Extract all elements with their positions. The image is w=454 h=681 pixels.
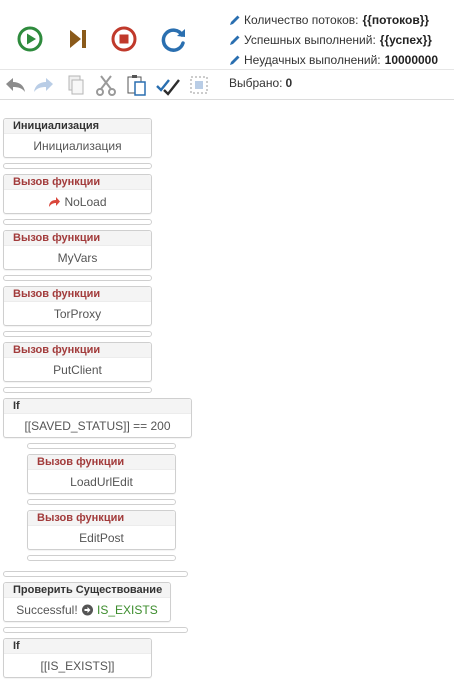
block-body-prefix: Successful! <box>16 603 78 617</box>
block-body: PutClient <box>53 363 102 377</box>
paste-button[interactable] <box>124 73 150 97</box>
play-button[interactable] <box>16 25 44 53</box>
action-block-function[interactable]: Вызов функции NoLoad <box>3 174 152 214</box>
block-connector[interactable] <box>27 555 176 561</box>
pencil-icon[interactable] <box>229 34 241 46</box>
action-block-if[interactable]: If [[SAVED_STATUS]] == 200 <box>3 398 192 438</box>
cut-button[interactable] <box>93 73 119 97</box>
fail-value: 10000000 <box>384 53 439 67</box>
block-header: Проверить Существование <box>4 583 170 598</box>
step-button[interactable] <box>64 25 92 53</box>
block-connector[interactable] <box>3 219 152 225</box>
block-connector[interactable] <box>27 499 176 505</box>
execution-stats: Количество потоков: {{потоков}} Успешных… <box>229 10 454 70</box>
block-connector[interactable] <box>3 387 152 393</box>
divider <box>0 99 454 100</box>
action-block-function[interactable]: Вызов функции PutClient <box>3 342 152 382</box>
fail-stat[interactable]: Неудачных выполнений: 10000000 <box>229 50 454 70</box>
block-connector[interactable] <box>3 163 152 169</box>
selection-count: Выбрано: 0 <box>229 76 292 90</box>
undo-button[interactable] <box>2 73 28 97</box>
action-block-init[interactable]: Инициализация Инициализация <box>3 118 152 158</box>
divider <box>0 69 454 70</box>
block-connector[interactable] <box>3 275 152 281</box>
block-body: TorProxy <box>53 307 102 321</box>
success-value: {{успех}} <box>379 33 432 47</box>
stop-button[interactable] <box>110 25 138 53</box>
threads-stat[interactable]: Количество потоков: {{потоков}} <box>229 10 454 30</box>
refresh-button[interactable] <box>160 25 188 53</box>
arrow-circle-icon <box>82 604 93 616</box>
block-body-text: NoLoad <box>64 195 107 209</box>
block-body-var: IS_EXISTS <box>97 603 158 617</box>
redirect-arrow-icon <box>49 197 61 207</box>
select-all-button[interactable] <box>155 73 181 97</box>
block-body: [[SAVED_STATUS]] == 200 <box>24 419 171 433</box>
block-body: NoLoad <box>4 190 151 214</box>
action-block-function[interactable]: Вызов функции MyVars <box>3 230 152 270</box>
selected-label: Выбрано: <box>229 76 283 90</box>
block-connector[interactable] <box>3 331 152 337</box>
copy-button[interactable] <box>62 73 88 97</box>
if-block-end-connector[interactable] <box>3 571 188 577</box>
action-block-if[interactable]: If [[IS_EXISTS]] <box>3 638 152 678</box>
action-block-function[interactable]: Вызов функции EditPost <box>27 510 176 550</box>
block-header: Вызов функции <box>4 343 151 358</box>
block-header: Вызов функции <box>4 175 151 190</box>
block-header: Инициализация <box>4 119 151 134</box>
block-body: [[IS_EXISTS]] <box>40 659 115 673</box>
block-header: Вызов функции <box>28 511 175 526</box>
block-body: Инициализация <box>33 139 122 153</box>
pencil-icon[interactable] <box>229 14 241 26</box>
redo-button[interactable] <box>31 73 57 97</box>
success-label: Успешных выполнений: <box>244 33 376 47</box>
action-block-function[interactable]: Вызов функции TorProxy <box>3 286 152 326</box>
action-block-check-exists[interactable]: Проверить Существование Successful! IS_E… <box>3 582 171 622</box>
block-body: MyVars <box>57 251 98 265</box>
block-connector[interactable] <box>27 443 176 449</box>
threads-label: Количество потоков: <box>244 13 359 27</box>
block-body: Successful! IS_EXISTS <box>4 598 170 622</box>
block-header: Вызов функции <box>4 231 151 246</box>
block-header: Вызов функции <box>4 287 151 302</box>
threads-value: {{потоков}} <box>362 13 430 27</box>
block-body: EditPost <box>79 531 124 545</box>
deselect-button[interactable] <box>186 73 212 97</box>
block-header: If <box>4 639 151 654</box>
selected-value: 0 <box>285 76 293 90</box>
block-header: If <box>4 399 191 414</box>
block-header: Вызов функции <box>28 455 175 470</box>
pencil-icon[interactable] <box>229 54 241 66</box>
success-stat[interactable]: Успешных выполнений: {{успех}} <box>229 30 454 50</box>
block-connector[interactable] <box>3 627 188 633</box>
action-block-function[interactable]: Вызов функции LoadUrlEdit <box>27 454 176 494</box>
fail-label: Неудачных выполнений: <box>244 53 381 67</box>
block-body: LoadUrlEdit <box>70 475 133 489</box>
